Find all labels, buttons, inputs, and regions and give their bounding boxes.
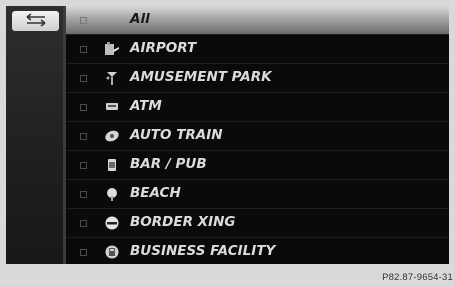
poi-category-screen: All AIRPORT AMUSEMENT PARK ATM AUTO TRAI… [6, 6, 449, 264]
list-item-business-facility[interactable]: BUSINESS FACILITY [66, 238, 449, 264]
list-item-label: BEACH [130, 185, 181, 201]
list-item-airport[interactable]: AIRPORT [66, 35, 449, 64]
checkbox[interactable] [80, 220, 87, 227]
border-crossing-icon [104, 215, 120, 231]
checkbox[interactable] [80, 75, 87, 82]
list-item-label: All [130, 11, 150, 27]
amusement-park-icon [104, 70, 120, 86]
checkbox[interactable] [80, 104, 87, 111]
list-item-label: BUSINESS FACILITY [130, 243, 276, 259]
list-item-all[interactable]: All [66, 6, 449, 35]
figure-caption: P82.87-9654-31 [382, 272, 453, 283]
back-button[interactable] [12, 11, 59, 31]
list-item-beach[interactable]: BEACH [66, 180, 449, 209]
list-item-auto-train[interactable]: AUTO TRAIN [66, 122, 449, 151]
beach-icon [104, 186, 120, 202]
auto-train-icon [104, 128, 120, 144]
checkbox[interactable] [80, 46, 87, 53]
checkbox[interactable] [80, 17, 87, 24]
list-item-label: ATM [130, 98, 162, 114]
checkbox[interactable] [80, 162, 87, 169]
category-list: All AIRPORT AMUSEMENT PARK ATM AUTO TRAI… [66, 6, 449, 264]
checkbox[interactable] [80, 191, 87, 198]
sidebar [6, 6, 63, 264]
list-item-label: BAR / PUB [130, 156, 207, 172]
list-item-atm[interactable]: ATM [66, 93, 449, 122]
list-item-label: AIRPORT [130, 40, 197, 56]
list-item-border-xing[interactable]: BORDER XING [66, 209, 449, 238]
list-item-label: BORDER XING [130, 214, 236, 230]
business-facility-icon [104, 244, 120, 260]
airport-icon [104, 41, 120, 57]
back-arrows-icon [25, 12, 47, 31]
list-item-amusement-park[interactable]: AMUSEMENT PARK [66, 64, 449, 93]
atm-icon [104, 99, 120, 115]
list-item-label: AMUSEMENT PARK [130, 69, 272, 85]
list-item-label: AUTO TRAIN [130, 127, 223, 143]
list-item-bar-pub[interactable]: BAR / PUB [66, 151, 449, 180]
bar-pub-icon [104, 157, 120, 173]
checkbox[interactable] [80, 133, 87, 140]
checkbox[interactable] [80, 249, 87, 256]
